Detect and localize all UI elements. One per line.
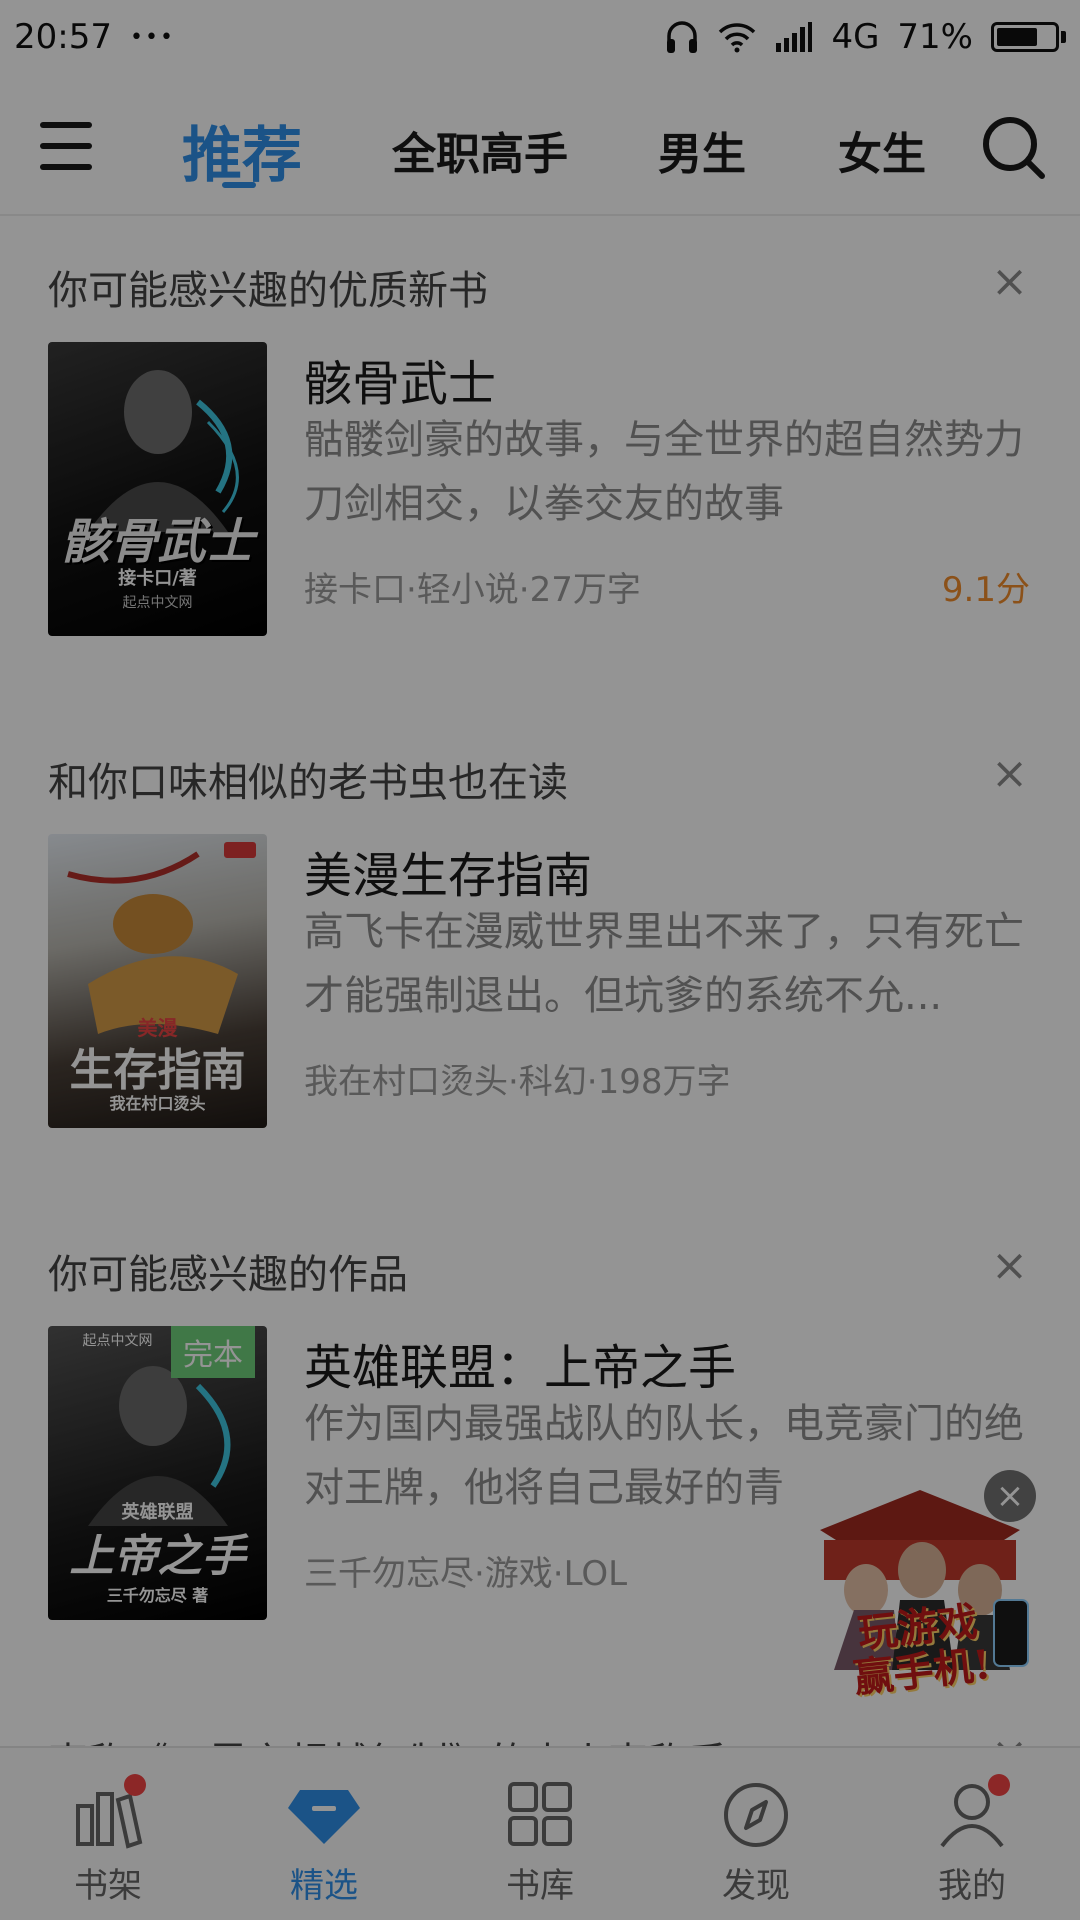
top-nav: 推荐 全职高手 男生 女生 bbox=[0, 90, 1080, 210]
menu-line bbox=[40, 164, 92, 170]
menu-line bbox=[40, 143, 92, 149]
bottom-nav-discover[interactable]: 发现 bbox=[648, 1748, 864, 1920]
grid-icon bbox=[508, 1782, 572, 1846]
book-title[interactable]: 英雄联盟：上帝之手 bbox=[304, 1328, 736, 1398]
promo-close-icon[interactable]: × bbox=[984, 1470, 1036, 1522]
complete-badge: 完本 bbox=[171, 1326, 255, 1378]
section-header: 和你口味相似的老书虫也在读 bbox=[48, 760, 568, 806]
book-meta: 三千勿忘尽·游戏·LOL bbox=[304, 1554, 628, 1594]
headphones-icon bbox=[667, 21, 698, 53]
menu-line bbox=[40, 122, 92, 128]
cover-publisher: 起点中文网 bbox=[122, 595, 193, 611]
cover-title: 骸骨武士 bbox=[61, 514, 254, 570]
bottom-nav-label: 发现 bbox=[722, 1866, 790, 1906]
section-header: 你可能感兴趣的作品 bbox=[48, 1252, 408, 1298]
diamond-icon bbox=[288, 1790, 360, 1844]
tab-quanzhi-gaoshou[interactable]: 全职高手 bbox=[386, 90, 574, 210]
section-header: 你可能感兴趣的优质新书 bbox=[48, 268, 488, 314]
compass-icon bbox=[724, 1783, 788, 1847]
bottom-nav-label: 书架 bbox=[74, 1866, 142, 1906]
cover-author: 三千勿忘尽 著 bbox=[106, 1586, 209, 1605]
app-root: 20:57 ••• 4G 71% 推荐 全职高手 男生 女生 你可能感兴趣的优质… bbox=[0, 0, 1080, 1920]
promo-banner[interactable]: × 玩游戏 赢手机! bbox=[804, 1470, 1036, 1702]
status-time: 20:57 bbox=[14, 17, 112, 57]
bottom-nav-label: 精选 bbox=[290, 1866, 358, 1906]
signal-icon bbox=[776, 22, 813, 52]
battery-icon bbox=[991, 22, 1066, 52]
close-icon[interactable]: × bbox=[991, 260, 1028, 304]
bottom-nav-label: 书库 bbox=[506, 1866, 574, 1906]
battery-percent: 71% bbox=[897, 17, 973, 57]
bottom-nav-featured[interactable]: 精选 bbox=[216, 1748, 432, 1920]
status-right: 4G 71% bbox=[665, 17, 1066, 57]
bottom-nav-profile[interactable]: 我的 bbox=[864, 1748, 1080, 1920]
feed-section: 你可能感兴趣的优质新书 × 骸骨武士 接卡口/著 起点中文网 骸骨武士 骷髅剑豪… bbox=[0, 258, 1080, 648]
tab-recommend[interactable]: 推荐 bbox=[172, 90, 312, 210]
book-cover[interactable]: 美漫 生存指南 我在村口烫头 bbox=[48, 834, 267, 1128]
battery-body bbox=[991, 22, 1059, 52]
book-cover[interactable]: 起点中文网 完本 英雄联盟 上帝之手 三千勿忘尽 著 bbox=[48, 1326, 267, 1620]
search-icon[interactable] bbox=[980, 114, 1046, 180]
book-title[interactable]: 美漫生存指南 bbox=[304, 836, 592, 906]
tab-male[interactable]: 男生 bbox=[650, 90, 754, 210]
feed-section: 和你口味相似的老书虫也在读 × 美漫 生存指南 我在村口烫头 美漫生存指南 高飞… bbox=[0, 750, 1080, 1140]
notification-dot bbox=[988, 1774, 1010, 1796]
menu-icon[interactable] bbox=[40, 116, 92, 176]
battery-tip bbox=[1061, 31, 1066, 43]
book-meta: 接卡口·轻小说·27万字 bbox=[304, 570, 641, 610]
bottom-nav-bookshelf[interactable]: 书架 bbox=[0, 1748, 216, 1920]
bottom-nav-library[interactable]: 书库 bbox=[432, 1748, 648, 1920]
tab-female[interactable]: 女生 bbox=[830, 90, 934, 210]
bottom-nav: 书架 精选 书库 发现 我的 bbox=[0, 1746, 1080, 1920]
close-icon[interactable]: × bbox=[991, 752, 1028, 796]
status-more-icon: ••• bbox=[129, 24, 175, 50]
book-meta: 我在村口烫头·科幻·198万字 bbox=[304, 1062, 731, 1102]
battery-fill bbox=[997, 28, 1037, 46]
nav-divider bbox=[0, 214, 1080, 216]
cover-author: 接卡口/著 bbox=[118, 568, 197, 589]
book-score: 9.1分 bbox=[941, 570, 1030, 610]
status-bar: 20:57 ••• 4G 71% bbox=[0, 0, 1080, 74]
book-description: 骷髅剑豪的故事，与全世界的超自然势力刀剑相交，以拳交友的故事 bbox=[304, 417, 1024, 527]
bottom-nav-label: 我的 bbox=[938, 1866, 1006, 1906]
notification-dot bbox=[124, 1774, 146, 1796]
wifi-icon bbox=[719, 23, 756, 53]
book-cover[interactable]: 骸骨武士 接卡口/著 起点中文网 bbox=[48, 342, 267, 636]
cover-title: 生存指南 bbox=[69, 1045, 246, 1096]
tab-active-indicator bbox=[222, 182, 256, 188]
book-title[interactable]: 骸骨武士 bbox=[304, 344, 496, 414]
network-type: 4G bbox=[831, 17, 880, 57]
close-icon[interactable]: × bbox=[991, 1244, 1028, 1288]
book-description: 高飞卡在漫威世界里出不来了，只有死亡才能强制退出。但坑爹的系统不允... bbox=[304, 909, 1024, 1019]
cover-title: 上帝之手 bbox=[69, 1531, 246, 1582]
cover-author: 我在村口烫头 bbox=[109, 1094, 206, 1113]
status-left: 20:57 ••• bbox=[14, 17, 175, 57]
